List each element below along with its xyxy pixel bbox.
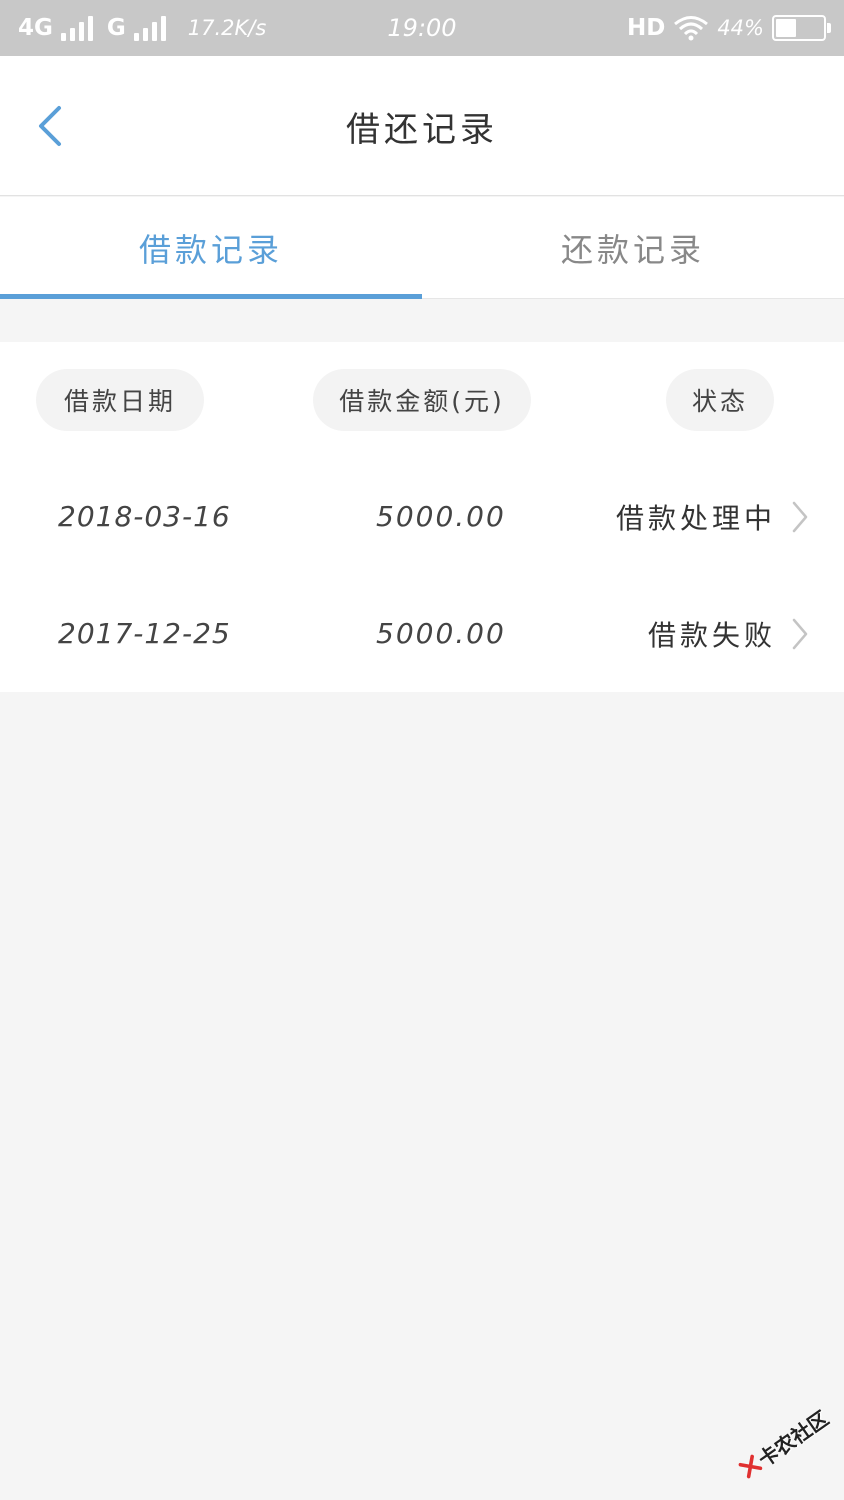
- record-tabs: 借款记录 还款记录: [0, 197, 844, 299]
- record-date: 2017-12-25: [58, 617, 231, 650]
- record-amount: 5000.00: [376, 500, 506, 533]
- network-type-label: 4G: [18, 15, 53, 41]
- table-row[interactable]: 2018-03-16 5000.00 借款处理中: [0, 458, 844, 575]
- record-status: 借款处理中: [615, 501, 776, 535]
- status-bar-left: 4G G 17.2K/s: [18, 15, 266, 41]
- column-header-date: 借款日期: [36, 369, 204, 431]
- watermark-logo: 卡农社区: [723, 1386, 844, 1500]
- record-date: 2018-03-16: [58, 500, 231, 533]
- network-type-label-secondary: G: [106, 15, 126, 41]
- battery-percent: 44%: [717, 16, 764, 40]
- wifi-icon: [674, 16, 709, 41]
- network-speed: 17.2K/s: [187, 16, 267, 40]
- column-header-amount: 借款金额(元): [313, 369, 531, 431]
- status-bar: 4G G 17.2K/s 19:00 HD 44%: [0, 0, 844, 56]
- tab-repayment-records[interactable]: 还款记录: [422, 197, 844, 298]
- app-header: 借还记录: [0, 56, 844, 196]
- watermark-text: 卡农社区: [753, 1405, 833, 1472]
- record-amount: 5000.00: [376, 617, 506, 650]
- page-title: 借还记录: [346, 109, 498, 150]
- record-status: 借款失败: [647, 618, 776, 652]
- chevron-right-icon: [792, 618, 808, 650]
- chevron-left-icon: [39, 106, 61, 146]
- battery-icon: [772, 15, 831, 41]
- signal-strength-icon-secondary: [133, 15, 166, 41]
- chevron-right-icon: [792, 501, 808, 533]
- column-headers: 借款日期 借款金额(元) 状态: [0, 342, 844, 458]
- status-bar-right: HD 44%: [626, 15, 831, 41]
- hd-indicator: HD: [626, 15, 666, 41]
- tab-loan-records[interactable]: 借款记录: [0, 197, 422, 299]
- signal-strength-icon: [60, 15, 93, 41]
- back-button[interactable]: [22, 96, 78, 156]
- loan-record-list: 借款日期 借款金额(元) 状态 2018-03-16 5000.00 借款处理中…: [0, 342, 844, 692]
- column-header-status: 状态: [666, 369, 774, 431]
- table-row[interactable]: 2017-12-25 5000.00 借款失败: [0, 575, 844, 692]
